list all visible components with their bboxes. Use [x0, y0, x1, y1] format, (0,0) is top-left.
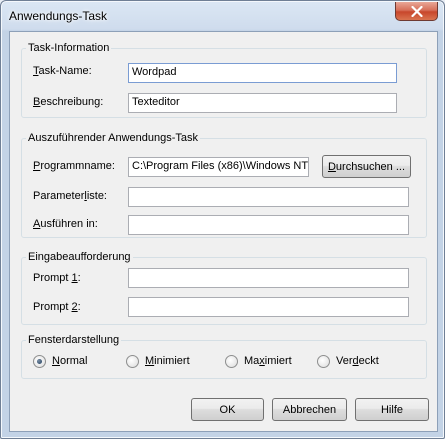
task-name-field[interactable]: Wordpad	[128, 63, 397, 83]
prompt2-field[interactable]	[128, 297, 409, 317]
application-task-legend: Auszuführender Anwendungs-Task	[28, 132, 198, 144]
radio-maximized-label: Maximiert	[244, 355, 292, 367]
radio-hidden-indicator[interactable]	[317, 354, 330, 368]
dialog-window: Anwendungs-Task Task-Information Task-Na…	[0, 0, 445, 439]
radio-minimized-indicator[interactable]	[126, 354, 139, 368]
prompt1-field[interactable]	[128, 268, 409, 288]
program-name-field[interactable]: C:\Program Files (x86)\Windows NT\	[128, 157, 309, 177]
task-name-label: Task-Name:	[33, 65, 92, 77]
radio-maximized[interactable]: Maximiert	[225, 354, 292, 368]
dialog-client-area: Task-Information Task-Name: Wordpad Besc…	[9, 31, 438, 432]
description-label: Beschreibung:	[33, 96, 104, 108]
parameters-label: Parameterliste:	[33, 190, 107, 202]
prompts-legend: Eingabeaufforderung	[28, 251, 131, 263]
radio-selected-dot	[37, 358, 42, 364]
run-in-field[interactable]	[128, 215, 409, 235]
browse-button[interactable]: Durchsuchen ...	[322, 155, 411, 178]
program-name-label: Programmname:	[33, 160, 115, 172]
radio-hidden[interactable]: Verdeckt	[317, 354, 379, 368]
description-field[interactable]: Texteditor	[128, 93, 397, 113]
prompt2-label: Prompt 2:	[33, 301, 81, 313]
radio-hidden-label: Verdeckt	[336, 355, 379, 367]
parameters-field[interactable]	[128, 187, 409, 207]
radio-maximized-indicator[interactable]	[225, 354, 238, 368]
help-button[interactable]: Hilfe	[355, 398, 429, 421]
window-title: Anwendungs-Task	[9, 9, 108, 23]
title-bar[interactable]: Anwendungs-Task	[1, 1, 444, 31]
radio-normal[interactable]: Normal	[33, 354, 87, 368]
window-mode-legend: Fensterdarstellung	[28, 334, 120, 346]
radio-normal-label: Normal	[52, 355, 88, 367]
close-button[interactable]	[395, 2, 438, 21]
radio-minimized[interactable]: Minimiert	[126, 354, 190, 368]
cancel-button[interactable]: Abbrechen	[272, 398, 347, 421]
radio-minimized-label: Minimiert	[145, 355, 190, 367]
ok-button[interactable]: OK	[191, 398, 264, 421]
run-in-label: Ausführen in:	[33, 218, 98, 230]
task-information-legend: Task-Information	[28, 42, 110, 54]
prompt1-label: Prompt 1:	[33, 272, 81, 284]
close-icon	[410, 5, 423, 17]
radio-normal-indicator[interactable]	[33, 354, 46, 368]
